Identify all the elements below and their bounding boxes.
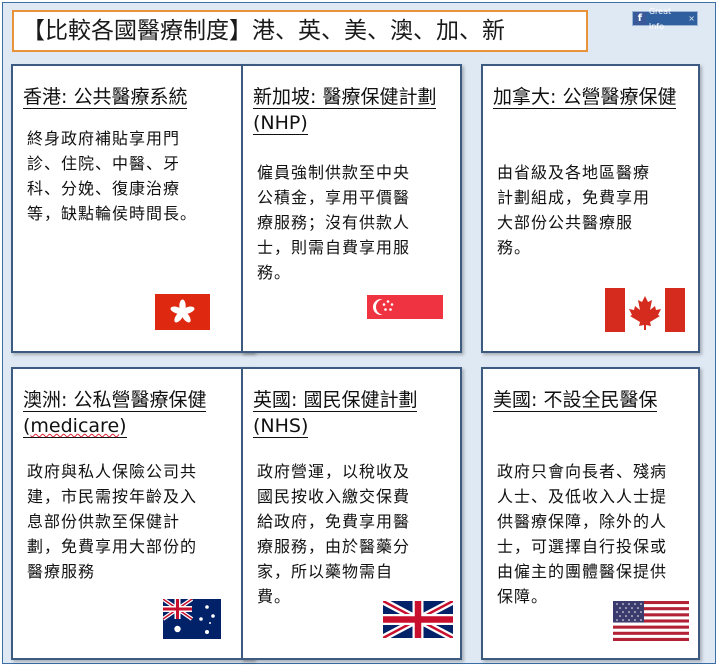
card-body: 政府營運，以稅收及國民按收入繳交保費給政府，免費享用醫療服務，由於醫藥分家，所以… [257,462,411,606]
card-uk: 英國: 國民保健計劃(NHS) 政府營運，以稅收及國民按收入繳交保費給政府，免費… [241,367,462,660]
badge-label: Great Info [648,6,672,31]
page-title: 【比較各國醫療制度】港、英、美、澳、加、新 [12,10,588,52]
card-body: 政府與私人保險公司共建，市民需按年齡及入息部份供款至保健計劃，免費享用大部份的醫… [27,462,198,581]
card-heading: 加拿大: 公營醫療保健 [493,86,677,109]
card-body: 僱員強制供款至中央公積金，享用平價醫療服務；沒有供款人士，則需自費享用服務。 [257,163,411,282]
card-hong-kong: 香港: 公共醫療系統 終身政府補貼享用門診、住院、中醫、牙科、分娩、復康治療等，… [11,64,254,353]
facebook-icon: f [634,12,646,25]
card-body: 由省級及各地區醫療計劃組成，免費享用大部份公共醫療服務。 [497,163,651,257]
uk-flag [383,601,453,638]
card-heading: 新加坡: 醫療保健計劃(NHP) [253,86,437,135]
card-body: 政府只會向長者、殘病人士、及低收入人士提供醫療保障，除外的人士，可選擇自行投保或… [497,462,668,606]
singapore-flag [367,295,443,343]
canada-flag [605,288,685,332]
card-australia: 澳洲: 公私營醫療保健(medicare) 政府與私人保險公司共建，市民需按年齡… [11,367,254,660]
australia-flag [163,599,221,639]
hong-kong-flag [155,294,210,330]
usa-flag [613,601,689,641]
card-heading: 澳洲: 公私營醫療保健(medicare) [23,389,207,438]
card-canada: 加拿大: 公營醫療保健 由省級及各地區醫療計劃組成，免費享用大部份公共醫療服務。 [481,64,700,353]
great-info-badge[interactable]: f Great Info × [632,7,698,31]
card-heading: 香港: 公共醫療系統 [23,86,188,109]
card-usa: 美國: 不設全民醫保 政府只會向長者、殘病人士、及低收入人士提供醫療保障，除外的… [481,367,700,660]
card-heading: 美國: 不設全民醫保 [493,389,658,412]
card-singapore: 新加坡: 醫療保健計劃(NHP) 僱員強制供款至中央公積金，享用平價醫療服務；沒… [241,64,462,353]
card-body: 終身政府補貼享用門診、住院、中醫、牙科、分娩、復康治療等，缺點輪侯時間長。 [27,129,198,223]
card-heading: 英國: 國民保健計劃(NHS) [253,389,418,438]
close-icon[interactable]: × [688,11,695,26]
